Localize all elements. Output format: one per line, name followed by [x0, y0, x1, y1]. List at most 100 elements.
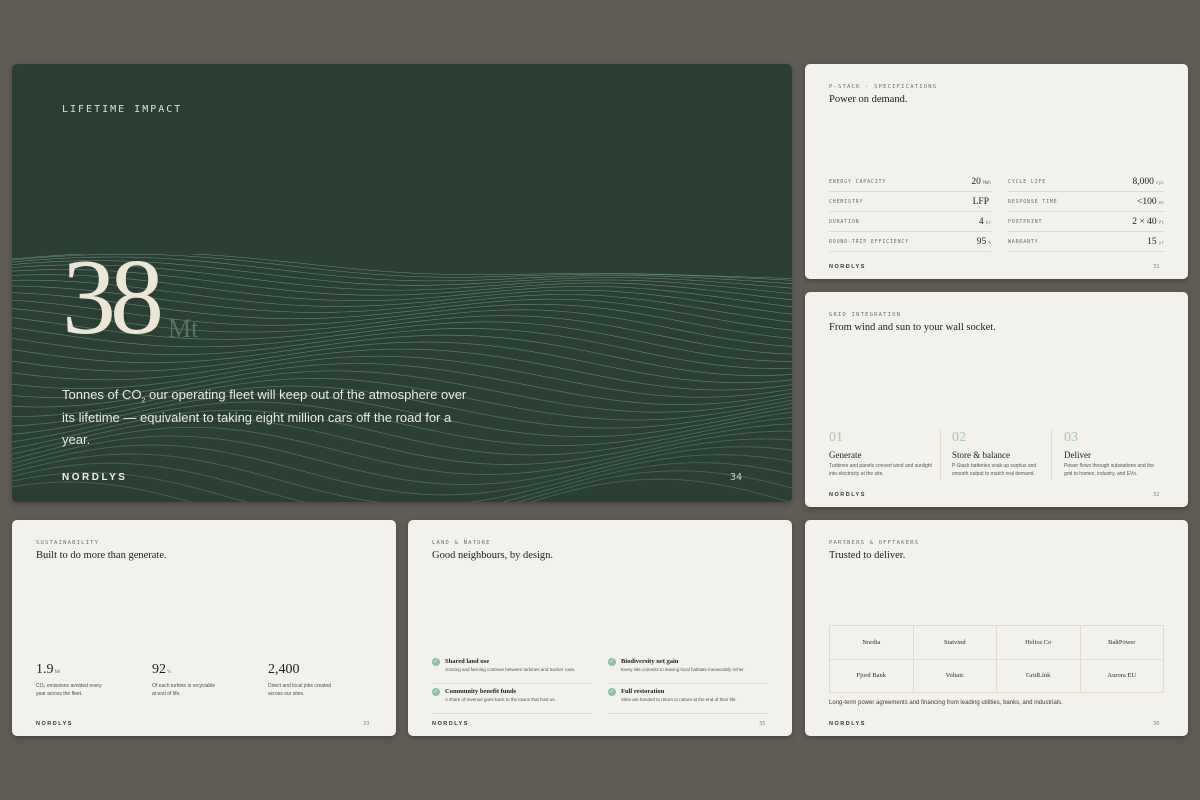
- slide-title: Built to do more than generate.: [36, 550, 167, 561]
- check-icon: ✓: [432, 688, 440, 696]
- step-number: 02: [952, 430, 966, 445]
- feature-item: ✓ Shared land use Grazing and farming co…: [432, 658, 592, 684]
- wave-line: [12, 462, 792, 502]
- slide-title: Good neighbours, by design.: [432, 550, 554, 561]
- step-generate: 01 Generate Turbines and panels convert …: [829, 430, 937, 478]
- step-number: 01: [829, 430, 843, 445]
- spec-value: 15 yr: [1147, 236, 1164, 247]
- slide-eyebrow: P-STACK · SPECIFICATIONS: [829, 84, 938, 90]
- feature-title: Biodiversity net gain: [621, 658, 679, 665]
- partner-cell: Voltaic: [913, 659, 997, 693]
- spec-label: CYCLE LIFE: [1008, 178, 1047, 185]
- slide-eyebrow: LIFETIME IMPACT: [62, 104, 183, 115]
- page-number: 33: [363, 721, 370, 727]
- brand-logo: NORDLYS: [36, 721, 73, 727]
- page-number: 35: [759, 721, 766, 727]
- step-number: 03: [1064, 430, 1078, 445]
- partner-cell: Statvind: [913, 626, 997, 660]
- page-number: 31: [1153, 264, 1160, 270]
- spec-row: RESPONSE TIME <100 ms: [1008, 192, 1164, 212]
- step-divider: [940, 430, 941, 480]
- brand-logo: NORDLYS: [829, 492, 866, 498]
- step-description: P-Stack batteries soak up surplus and smo…: [952, 463, 1037, 477]
- spec-label: ENERGY CAPACITY: [829, 178, 887, 185]
- spec-value: 2 × 40 ft: [1132, 216, 1164, 227]
- impact-description: Tonnes of CO2 our operating fleet will k…: [62, 387, 467, 447]
- stat-value: 92%: [152, 662, 172, 677]
- step-description: Turbines and panels convert wind and sun…: [829, 463, 932, 477]
- feature-item: ✓ Full restoration Sites are bonded to r…: [608, 688, 768, 714]
- page-number: 34: [730, 472, 743, 483]
- page-number: 36: [1153, 721, 1160, 727]
- slide-sustainability[interactable]: SUSTAINABILITY Built to do more than gen…: [12, 520, 396, 736]
- slide-title: Trusted to deliver.: [829, 550, 906, 561]
- page-number: 32: [1153, 492, 1160, 498]
- stat-value: 2,400: [268, 662, 300, 677]
- slide-specifications[interactable]: P-STACK · SPECIFICATIONS Power on demand…: [805, 64, 1188, 279]
- spec-row: CYCLE LIFE 8,000 cyc: [1008, 172, 1164, 192]
- partner-cell: Helios Co: [997, 626, 1081, 660]
- partners-footnote: Long-term power agreements and financing…: [829, 700, 1063, 706]
- slide-eyebrow: PARTNERS & OFFTAKERS: [829, 540, 920, 546]
- feature-description: A share of revenue goes back to the town…: [445, 697, 556, 702]
- wave-line: [12, 478, 792, 502]
- brand-logo: NORDLYS: [829, 721, 866, 727]
- spec-value: 8,000 cyc: [1132, 176, 1164, 187]
- step-deliver: 03 Deliver Power flows through substatio…: [1064, 430, 1172, 478]
- spec-value: LFP: [972, 196, 989, 207]
- step-divider: [1051, 430, 1052, 480]
- spec-row: ROUND-TRIP EFFICIENCY 95%: [829, 232, 991, 252]
- step-description: Power flows through substations and the g…: [1064, 463, 1155, 477]
- wave-line: [12, 453, 792, 502]
- partner-cell: BaltPower: [1080, 626, 1164, 660]
- stat-description: Of each turbine is recyclable at end of l…: [152, 683, 216, 697]
- step-title: Store & balance: [952, 450, 1010, 460]
- step-title: Deliver: [1064, 450, 1091, 460]
- spec-label: DURATION: [829, 218, 860, 225]
- partner-grid: Nordia Statvind Helios Co BaltPower Fjor…: [829, 625, 1164, 693]
- stat-description: Direct and local jobs created across our …: [268, 683, 332, 697]
- partner-cell: Fjord Bank: [830, 659, 914, 693]
- feature-item: ✓ Biodiversity net gain Every site commi…: [608, 658, 768, 684]
- check-icon: ✓: [608, 658, 616, 666]
- step-title: Generate: [829, 450, 862, 460]
- feature-title: Community benefit funds: [445, 688, 517, 695]
- spec-value: 95%: [976, 236, 991, 247]
- partner-cell: Nordia: [830, 626, 914, 660]
- slide-land-nature[interactable]: LAND & NATURE Good neighbours, by design…: [408, 520, 792, 736]
- slide-title: From wind and sun to your wall socket.: [829, 322, 996, 333]
- stat-emissions: 1.9Mt CO₂ emissions avoided every year ac…: [36, 662, 136, 698]
- spec-label: RESPONSE TIME: [1008, 198, 1058, 205]
- feature-title: Shared land use: [445, 658, 490, 665]
- spec-row: WARRANTY 15 yr: [1008, 232, 1164, 252]
- feature-item: ✓ Community benefit funds A share of rev…: [432, 688, 592, 714]
- step-store: 02 Store & balance P-Stack batteries soa…: [952, 430, 1060, 478]
- feature-description: Sites are bonded to return to nature at …: [621, 697, 737, 702]
- stat-recyclable: 92% Of each turbine is recyclable at end …: [152, 662, 252, 698]
- partner-cell: Aurora EU: [1080, 659, 1164, 693]
- spec-row: FOOTPRINT 2 × 40 ft: [1008, 212, 1164, 232]
- feature-description: Every site commits to leaving local habi…: [621, 667, 745, 672]
- brand-logo: NORDLYS: [829, 264, 866, 270]
- stat-value: 1.9Mt: [36, 662, 61, 677]
- check-icon: ✓: [608, 688, 616, 696]
- slide-eyebrow: LAND & NATURE: [432, 540, 491, 546]
- stat-description: CO₂ emissions avoided every year across t…: [36, 683, 102, 697]
- spec-row: DURATION 4 hr: [829, 212, 991, 232]
- feature-description: Grazing and farming continue between tur…: [445, 667, 576, 672]
- brand-logo: NORDLYS: [432, 721, 469, 727]
- spec-value: 4 hr: [978, 216, 991, 227]
- spec-row: ENERGY CAPACITY 20 MWh: [829, 172, 991, 192]
- check-icon: ✓: [432, 658, 440, 666]
- slide-eyebrow: GRID INTEGRATION: [829, 312, 902, 318]
- slide-eyebrow: SUSTAINABILITY: [36, 540, 100, 546]
- partner-cell: GridLink: [997, 659, 1081, 693]
- spec-label: FOOTPRINT: [1008, 218, 1043, 225]
- spec-row: CHEMISTRY LFP: [829, 192, 991, 212]
- stat-jobs: 2,400 Direct and local jobs created acros…: [268, 662, 368, 698]
- impact-unit: Mt: [168, 314, 199, 343]
- slide-grid-integration[interactable]: GRID INTEGRATION From wind and sun to yo…: [805, 292, 1188, 507]
- wave-line: [12, 470, 792, 502]
- slide-lifetime-impact[interactable]: LIFETIME IMPACT 38 Mt Tonnes of CO2 our …: [12, 64, 792, 502]
- slide-partners[interactable]: PARTNERS & OFFTAKERS Trusted to deliver.…: [805, 520, 1188, 736]
